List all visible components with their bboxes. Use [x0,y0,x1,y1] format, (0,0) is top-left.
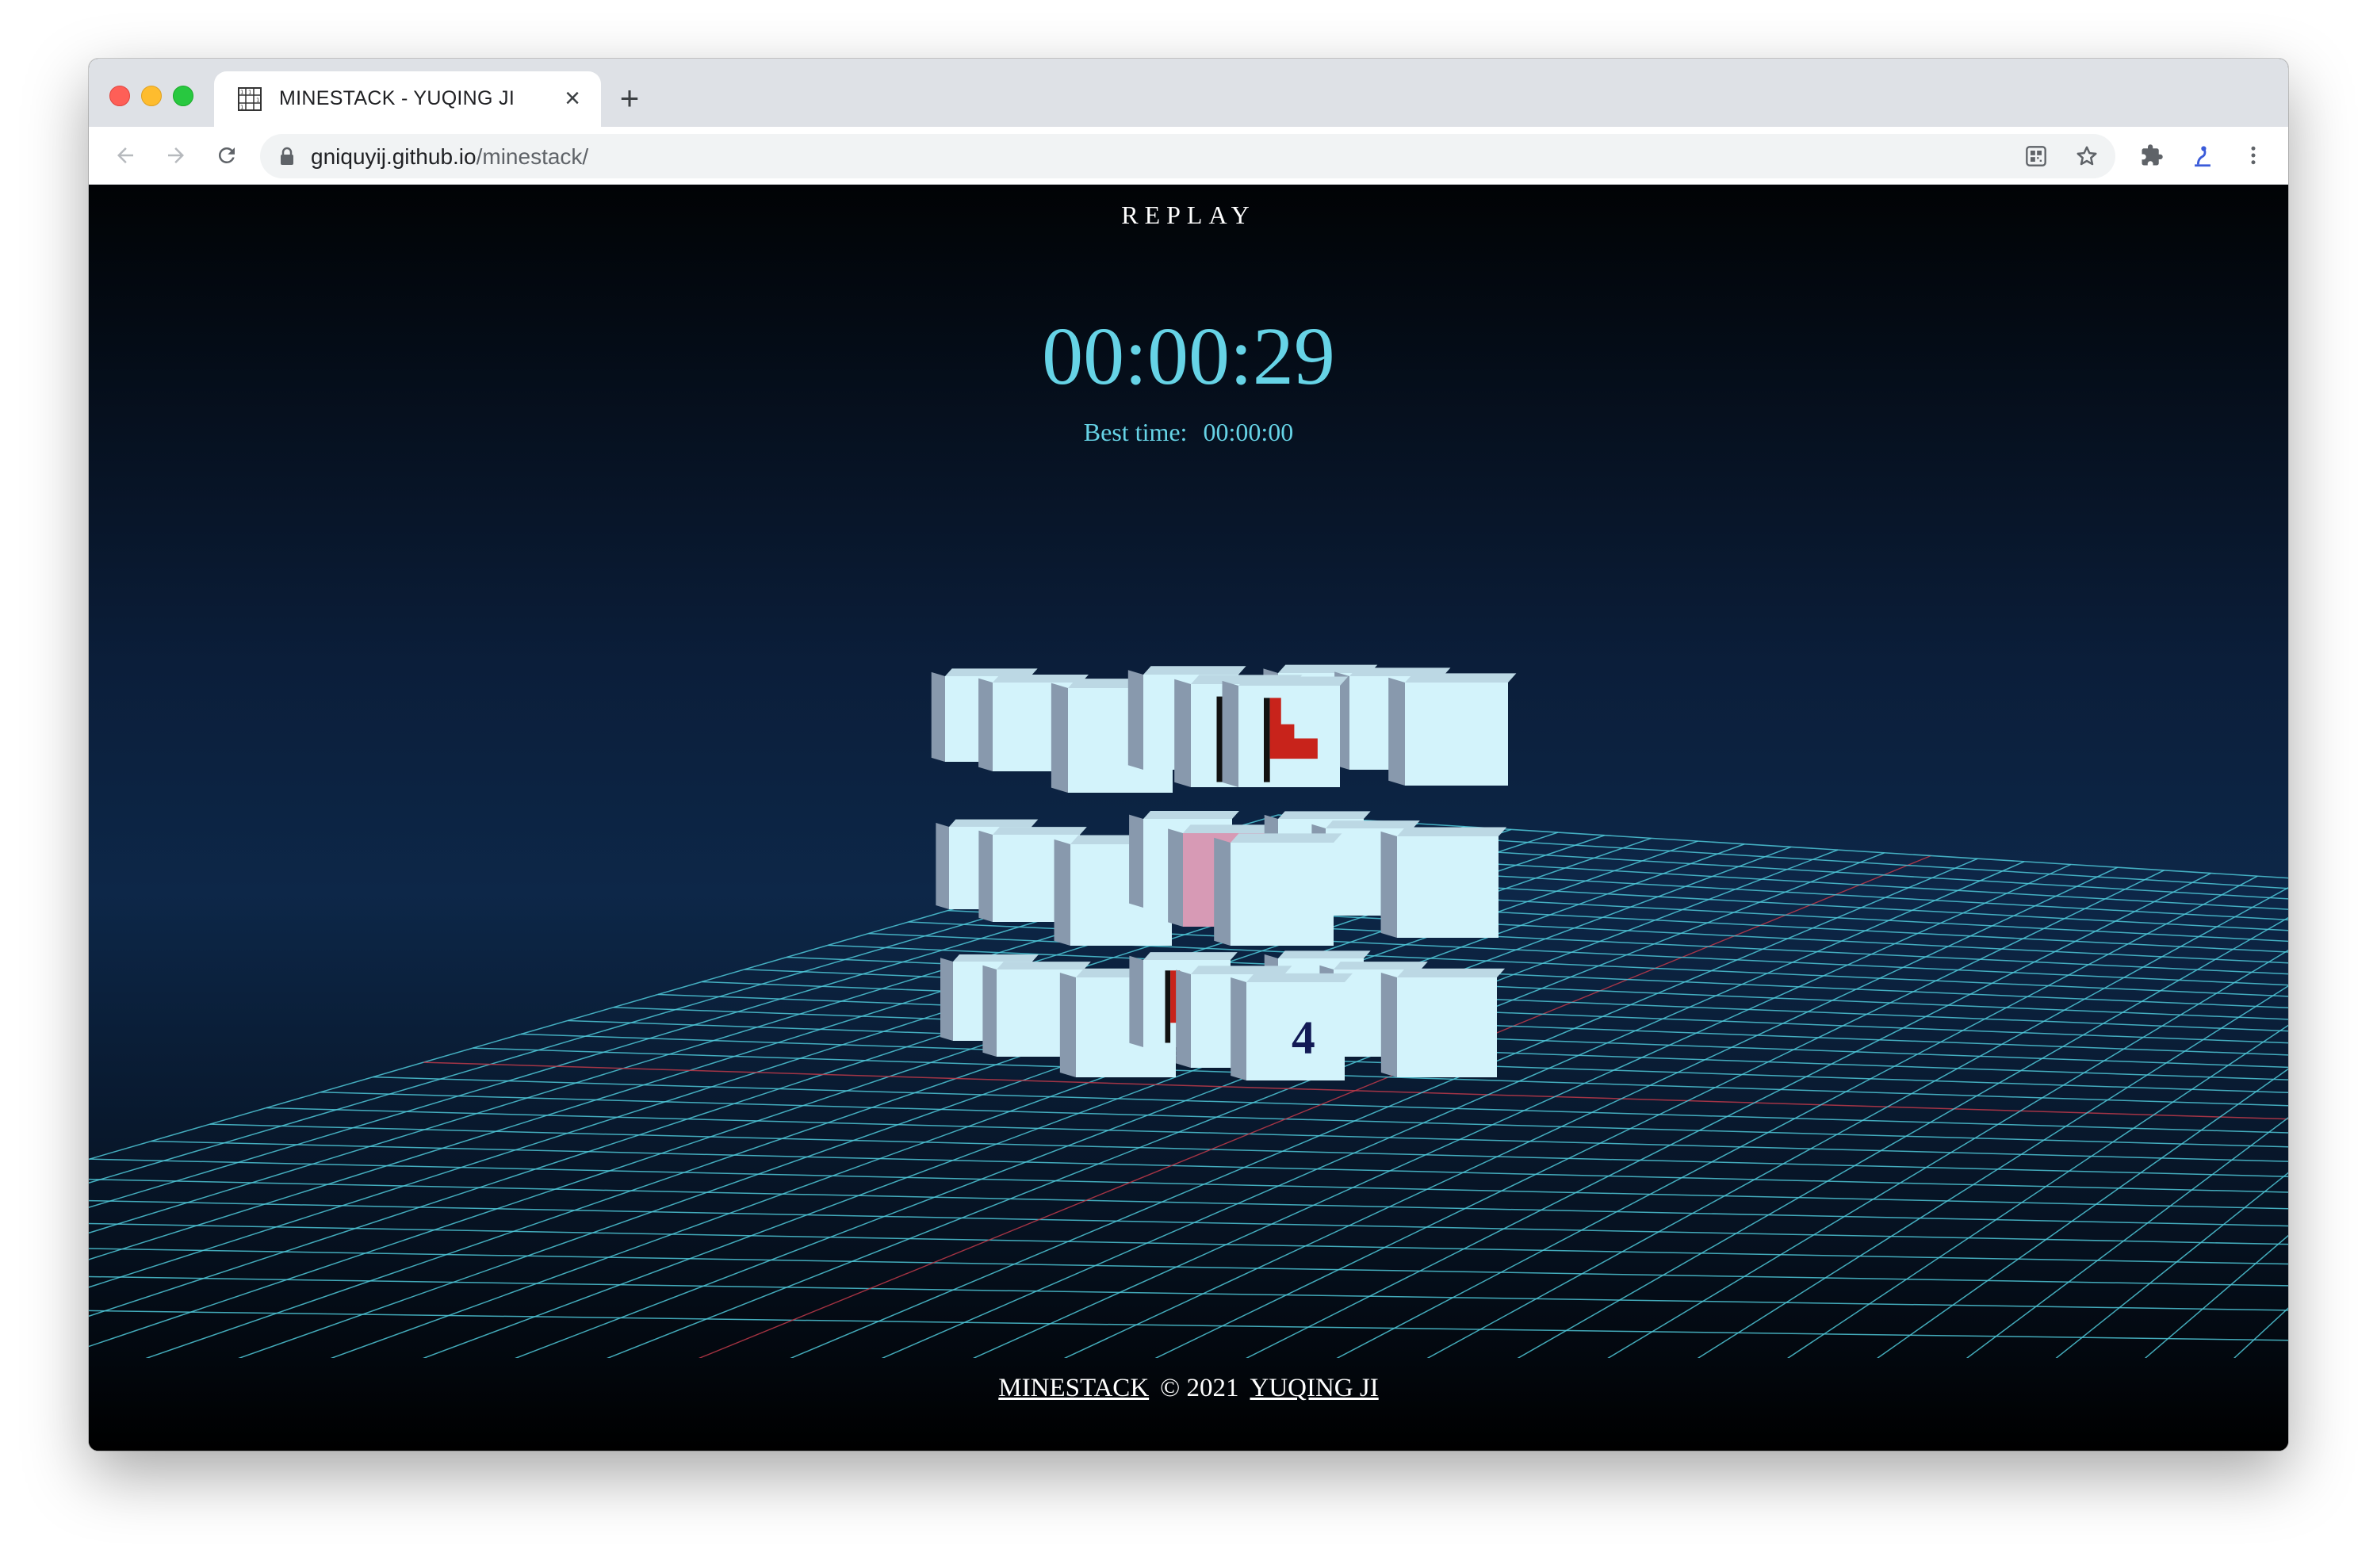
cube[interactable]: 4 [1231,973,1353,1080]
cube[interactable] [1222,676,1349,787]
qr-code-button[interactable] [2019,139,2054,174]
best-time-label: Best time: [1083,418,1188,446]
tab-title: MINESTACK - YUQING JI [279,87,515,109]
svg-text:1: 1 [256,98,259,104]
url-text: gniquyij.github.io/minestack/ [311,144,588,170]
avatar-icon [2189,142,2216,169]
active-tab[interactable]: 1 1 1 1 MINESTACK - YUQING JI × [214,71,601,127]
minestack-link[interactable]: MINESTACK [998,1374,1149,1402]
close-window-button[interactable] [109,86,130,106]
minestack-favicon-icon: 1 1 1 1 [238,87,262,111]
svg-text:1: 1 [248,90,251,96]
back-button[interactable] [108,138,143,173]
more-vertical-icon [2251,146,2256,165]
browser-toolbar: gniquyij.github.io/minestack/ [89,127,2288,185]
cube[interactable] [1214,833,1342,946]
zoom-window-button[interactable] [173,86,193,106]
tab-bar: 1 1 1 1 MINESTACK - YUQING JI × + [89,59,2288,127]
page-footer: MINESTACK © 2021 YUQING JI [89,1374,2288,1403]
tab-close-icon[interactable]: × [557,82,588,114]
best-time: Best time: 00:00:00 [89,418,2288,447]
new-tab-button[interactable]: + [612,81,647,116]
forward-button[interactable] [159,138,193,173]
reload-icon [218,147,235,163]
browser-window: 1 1 1 1 MINESTACK - YUQING JI × + gniquy… [89,59,2288,1451]
game-page: 4 REPLAY 00:00:29 Best time: 00:00:00 MI… [89,185,2288,1451]
svg-text:1: 1 [240,90,243,96]
lock-icon [281,147,293,165]
cube-number: 4 [1292,1011,1315,1063]
svg-text:1: 1 [240,105,243,111]
reload-button[interactable] [209,138,244,173]
cube[interactable] [1388,673,1517,786]
star-icon [2077,146,2097,166]
url-host: gniquyij.github.io [311,144,477,169]
puzzle-piece-icon [2142,144,2163,166]
cube-stack: 4 [931,664,1517,1080]
cube[interactable] [1380,968,1506,1077]
url-path: /minestack/ [476,144,589,169]
minimize-window-button[interactable] [141,86,162,106]
address-bar[interactable]: gniquyij.github.io/minestack/ [260,134,2115,178]
arrow-right-icon [168,147,184,163]
copyright-text: © 2021 [1160,1374,1239,1402]
qr-code-icon [2026,146,2046,166]
profile-avatar-button[interactable] [2185,138,2220,173]
bookmark-star-button[interactable] [2069,139,2104,174]
cube[interactable] [1380,827,1507,938]
author-link[interactable]: YUQING JI [1250,1374,1378,1402]
browser-menu-button[interactable] [2236,138,2271,173]
replay-button[interactable]: REPLAY [89,201,2288,230]
best-time-value: 00:00:00 [1203,418,1294,446]
arrow-left-icon [117,147,133,163]
game-timer: 00:00:29 [1042,311,1335,402]
extensions-button[interactable] [2134,138,2169,173]
